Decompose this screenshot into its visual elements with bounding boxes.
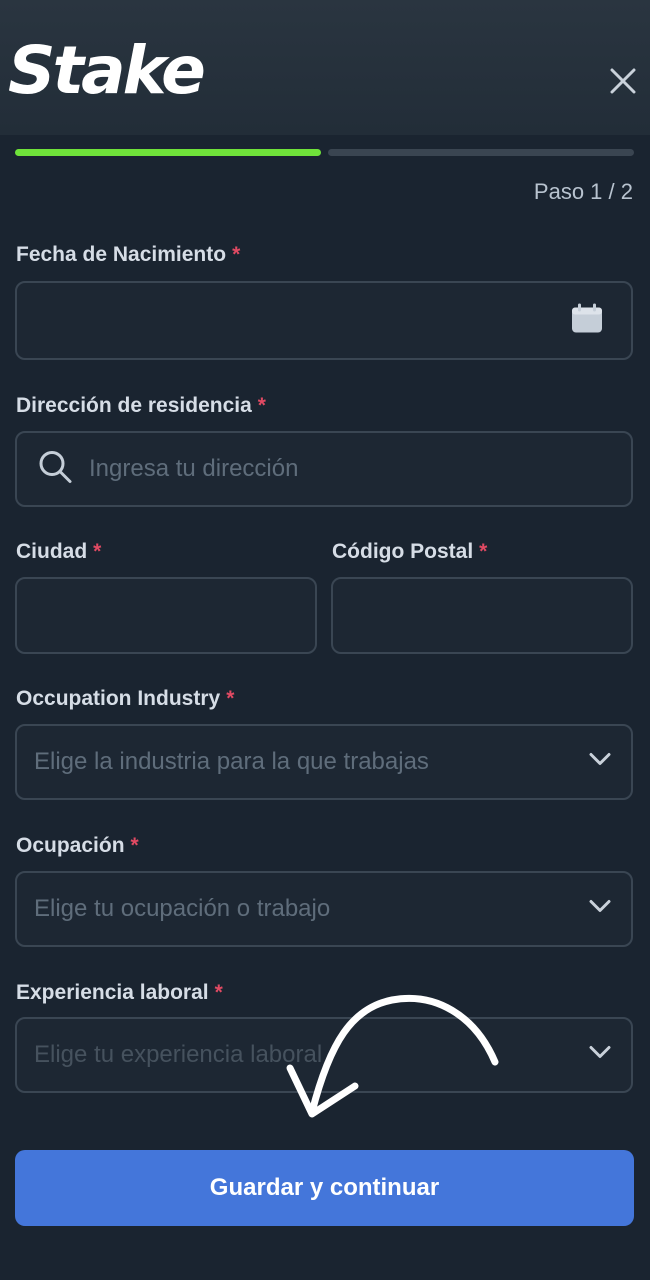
required-mark: * xyxy=(257,394,266,417)
birth-date-input[interactable] xyxy=(15,281,633,360)
annotation-arrow-icon xyxy=(286,995,499,1118)
chevron-down-icon[interactable] xyxy=(589,1046,611,1065)
required-mark: * xyxy=(93,540,102,563)
required-mark: * xyxy=(479,540,488,563)
search-icon xyxy=(37,449,73,490)
required-mark: * xyxy=(232,243,241,266)
birth-date-label-text: Fecha de Nacimiento xyxy=(16,243,227,266)
occupation-label: Ocupación * xyxy=(16,834,139,858)
chevron-down-icon[interactable] xyxy=(589,753,611,772)
calendar-icon[interactable] xyxy=(571,303,603,338)
city-input[interactable] xyxy=(15,577,317,654)
city-label: Ciudad * xyxy=(16,540,101,564)
experience-label-text: Experiencia laboral xyxy=(16,981,209,1004)
postal-code-label-text: Código Postal xyxy=(332,540,474,563)
industry-label: Occupation Industry * xyxy=(16,687,234,711)
progress-bar-remaining xyxy=(328,149,634,156)
postal-code-label: Código Postal * xyxy=(332,540,487,564)
close-icon[interactable] xyxy=(606,64,640,98)
stake-logo: Stake xyxy=(8,32,206,109)
address-placeholder: Ingresa tu dirección xyxy=(89,455,299,482)
occupation-select[interactable]: Elige tu ocupación o trabajo xyxy=(15,871,633,947)
birth-date-label: Fecha de Nacimiento * xyxy=(16,243,240,267)
address-search-input[interactable]: Ingresa tu dirección xyxy=(15,431,633,507)
city-label-text: Ciudad xyxy=(16,540,88,563)
required-mark: * xyxy=(214,981,223,1004)
top-bar: Stake xyxy=(0,0,650,135)
postal-code-input[interactable] xyxy=(331,577,633,654)
occupation-label-text: Ocupación xyxy=(16,834,125,857)
address-label-text: Dirección de residencia xyxy=(16,394,252,417)
industry-select[interactable]: Elige la industria para la que trabajas xyxy=(15,724,633,800)
address-label: Dirección de residencia * xyxy=(16,394,266,418)
chevron-down-icon[interactable] xyxy=(589,900,611,919)
occupation-placeholder: Elige tu ocupación o trabajo xyxy=(34,895,331,922)
industry-placeholder: Elige la industria para la que trabajas xyxy=(34,748,429,775)
experience-label: Experiencia laboral * xyxy=(16,981,223,1005)
required-mark: * xyxy=(130,834,139,857)
industry-label-text: Occupation Industry xyxy=(16,687,221,710)
required-mark: * xyxy=(226,687,235,710)
progress-bar-completed xyxy=(15,149,321,156)
save-continue-button[interactable]: Guardar y continuar xyxy=(15,1150,634,1226)
step-indicator: Paso 1 / 2 xyxy=(533,179,633,204)
